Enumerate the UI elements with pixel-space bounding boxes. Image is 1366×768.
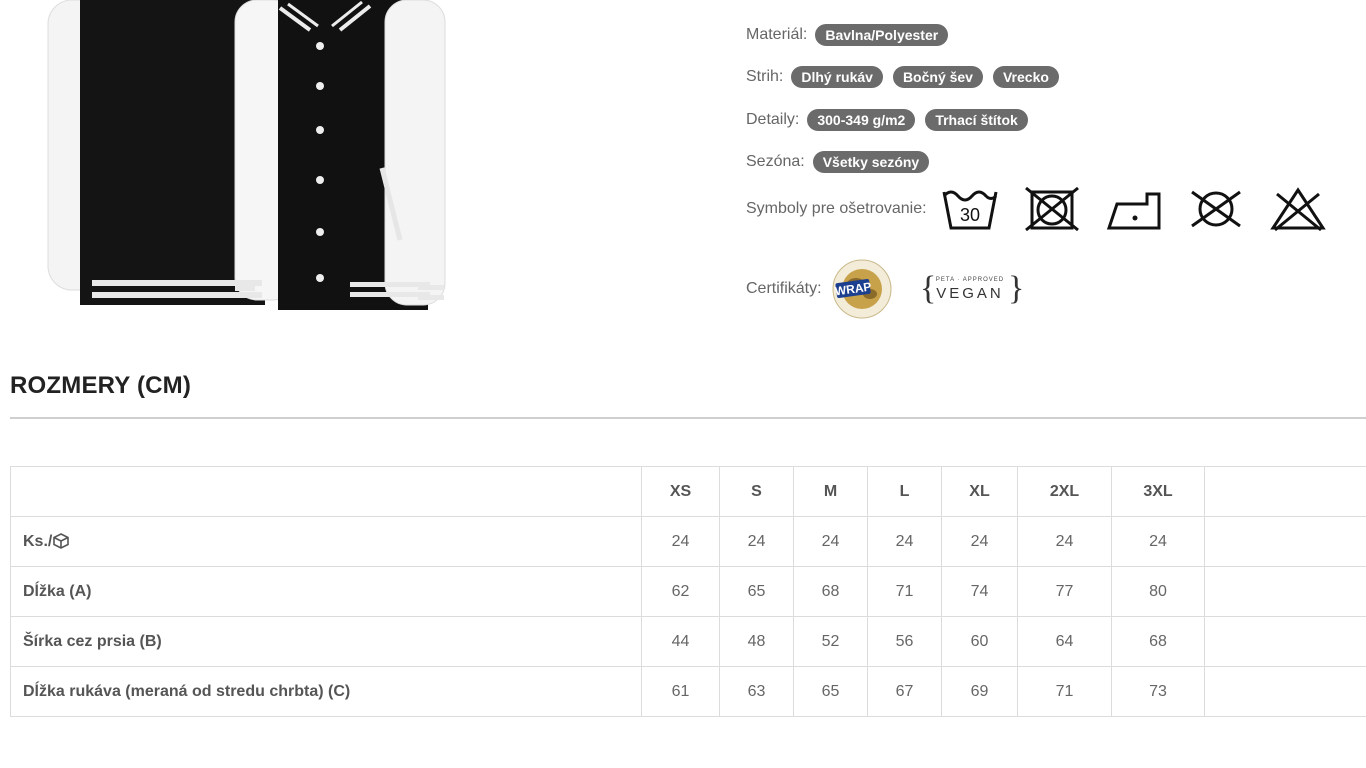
table-cell: 65 — [793, 666, 868, 717]
cut-tag[interactable]: Bočný šev — [892, 66, 983, 88]
material-tag[interactable]: Bavlna/Polyester — [815, 24, 949, 46]
svg-text:{: { — [920, 270, 936, 307]
table-cell: 68 — [793, 566, 868, 617]
wrap-cert-logo: WRAP — [832, 259, 892, 319]
size-column-header: L — [867, 466, 942, 517]
season-tag[interactable]: Všetky sezóny — [812, 151, 930, 173]
table-cell: 74 — [941, 566, 1018, 617]
material-row: Materiál: Bavlna/Polyester — [746, 24, 958, 46]
table-cell: 80 — [1111, 566, 1205, 617]
table-header-row: XS S M L XL 2XL 3XL — [10, 466, 1366, 517]
row-label-chest-width: Šírka cez prsia (B) — [10, 616, 642, 667]
table-cell: 44 — [641, 616, 720, 667]
vegan-logo-text: VEGAN — [936, 285, 1004, 302]
row-label-text: Ks./ — [23, 532, 53, 550]
table-row: Dĺžka (A) 62 65 68 71 74 77 80 — [10, 566, 1366, 617]
row-label-pieces: Ks./ — [10, 516, 642, 567]
table-cell: 24 — [941, 516, 1018, 567]
table-spacer — [1204, 616, 1366, 667]
table-cell: 24 — [641, 516, 720, 567]
table-cell: 62 — [641, 566, 720, 617]
wash-30-icon: 30 — [942, 190, 998, 230]
care-label: Symboly pre ošetrovanie: — [746, 200, 927, 217]
details-row: Detaily: 300-349 g/m2 Trhací štítok — [746, 109, 1038, 131]
table-cell: 61 — [641, 666, 720, 717]
details-tag[interactable]: 300-349 g/m2 — [807, 109, 916, 131]
season-row: Sezóna: Všetky sezóny — [746, 151, 939, 173]
table-cell: 56 — [867, 616, 942, 667]
table-cell: 60 — [941, 616, 1018, 667]
details-label: Detaily: — [746, 111, 800, 128]
box-icon — [53, 533, 70, 550]
header-empty-cell — [10, 466, 642, 517]
table-cell: 69 — [941, 666, 1018, 717]
table-cell: 24 — [1111, 516, 1205, 567]
table-row: Šírka cez prsia (B) 44 48 52 56 60 64 68 — [10, 616, 1366, 667]
row-label-sleeve-length: Dĺžka rukáva (meraná od stredu chrbta) (… — [10, 666, 642, 717]
table-cell: 24 — [719, 516, 794, 567]
cut-tag[interactable]: Vrecko — [992, 66, 1059, 88]
size-column-header: XL — [941, 466, 1018, 517]
table-cell: 64 — [1017, 616, 1112, 667]
iron-low-icon — [1106, 192, 1161, 230]
vegan-logo-small-text: PETA · APPROVED — [935, 277, 1003, 283]
size-column-header: XS — [641, 466, 720, 517]
table-cell: 68 — [1111, 616, 1205, 667]
cut-label: Strih: — [746, 68, 784, 85]
cert-label: Certifikáty: — [746, 280, 822, 297]
vegan-cert-logo: { PETA · APPROVED VEGAN } — [920, 270, 1024, 307]
no-dry-clean-icon — [1190, 190, 1241, 228]
product-image — [47, 0, 446, 310]
table-cell: 65 — [719, 566, 794, 617]
no-bleach-icon — [1269, 187, 1326, 232]
no-tumble-dry-icon — [1024, 186, 1079, 232]
cert-row: Certifikáty: WRAP { PETA · APPROVED VEGA… — [746, 258, 1048, 320]
divider — [10, 417, 1366, 419]
table-cell: 24 — [793, 516, 868, 567]
svg-text:}: } — [1008, 270, 1024, 307]
table-row: Ks./ 24 24 24 24 24 24 24 — [10, 516, 1366, 567]
table-cell: 77 — [1017, 566, 1112, 617]
season-label: Sezóna: — [746, 153, 805, 170]
table-spacer — [1204, 466, 1366, 517]
table-cell: 73 — [1111, 666, 1205, 717]
cut-tag[interactable]: Dlhý rukáv — [791, 66, 883, 88]
table-cell: 48 — [719, 616, 794, 667]
table-spacer — [1204, 566, 1366, 617]
table-cell: 63 — [719, 666, 794, 717]
cut-row: Strih: Dlhý rukáv Bočný šev Vrecko — [746, 66, 1069, 88]
table-cell: 67 — [867, 666, 942, 717]
size-column-header: 3XL — [1111, 466, 1205, 517]
table-cell: 71 — [1017, 666, 1112, 717]
table-spacer — [1204, 666, 1366, 717]
sizes-title: ROZMERY (CM) — [10, 372, 192, 399]
size-column-header: 2XL — [1017, 466, 1112, 517]
table-cell: 52 — [793, 616, 868, 667]
material-label: Materiál: — [746, 26, 808, 43]
table-row: Dĺžka rukáva (meraná od stredu chrbta) (… — [10, 666, 1366, 717]
care-row: Symboly pre ošetrovanie: 30 — [746, 186, 1351, 232]
size-column-header: M — [793, 466, 868, 517]
table-spacer — [1204, 516, 1366, 567]
wash-temp: 30 — [960, 205, 980, 225]
table-cell: 24 — [867, 516, 942, 567]
details-tag[interactable]: Trhací štítok — [925, 109, 1028, 131]
row-label-length: Dĺžka (A) — [10, 566, 642, 617]
table-cell: 24 — [1017, 516, 1112, 567]
table-cell: 71 — [867, 566, 942, 617]
size-table: XS S M L XL 2XL 3XL Ks./ 24 24 24 24 24 … — [10, 466, 1366, 717]
size-column-header: S — [719, 466, 794, 517]
